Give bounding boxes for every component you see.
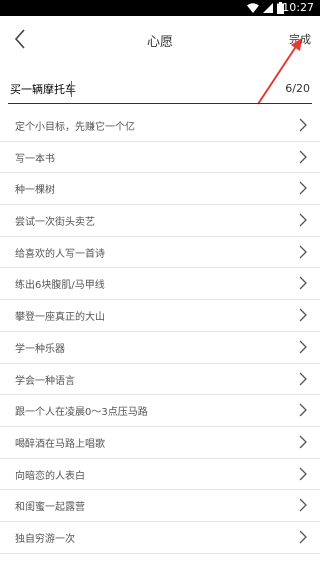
wifi-icon — [247, 3, 259, 13]
chevron-right-icon — [299, 530, 307, 544]
list-item[interactable]: 跟一个人在凌晨0～3点压马路 — [0, 395, 320, 427]
status-icons — [247, 2, 284, 14]
list-item-label: 给喜欢的人写一首诗 — [15, 248, 105, 260]
list-item[interactable]: 写一本书 — [0, 142, 320, 174]
chevron-right-icon — [299, 181, 307, 195]
list-item-label: 尝试一次街头卖艺 — [15, 217, 95, 229]
list-item[interactable]: 和闺蜜一起露营 — [0, 490, 320, 522]
chevron-right-icon — [299, 340, 307, 354]
list-item[interactable]: 种一棵树 — [0, 173, 320, 206]
list-item-label: 写一本书 — [15, 153, 55, 165]
done-button[interactable]: 完成 — [289, 31, 311, 47]
cellular-icon — [263, 3, 273, 13]
input-underline — [8, 103, 312, 104]
list-item-label: 攀登一座真正的大山 — [15, 312, 105, 324]
char-counter: 6/20 — [285, 82, 310, 95]
list-item-label: 学会一种语言 — [15, 375, 75, 387]
chevron-right-icon — [299, 276, 307, 290]
list-item[interactable]: 定个小目标，先赚它一个亿 — [0, 110, 320, 142]
page-title: 心愿 — [146, 35, 173, 50]
list-item-label: 定个小目标，先赚它一个亿 — [15, 122, 135, 133]
chevron-right-icon — [299, 150, 307, 164]
list-item[interactable]: 尝试一次街头卖艺 — [0, 205, 320, 237]
list-item[interactable]: 向暗恋的人表白 — [0, 459, 320, 491]
list-item-label: 学一种乐器 — [15, 343, 65, 355]
status-bar: 10:27 — [0, 0, 320, 16]
chevron-right-icon — [299, 213, 307, 227]
chevron-right-icon — [299, 467, 307, 481]
chevron-right-icon — [299, 403, 307, 417]
list-item-label: 独自穷游一次 — [15, 533, 75, 545]
chevron-right-icon — [299, 372, 307, 385]
list-item-label: 向暗恋的人表白 — [15, 470, 85, 482]
list-item[interactable]: 独自穷游一次 — [0, 522, 320, 554]
chevron-right-icon — [299, 435, 307, 449]
wish-input[interactable] — [8, 76, 260, 102]
list-item[interactable]: 攀登一座真正的大山 — [0, 300, 320, 332]
list-item[interactable]: 喝醉酒在马路上唱歌 — [0, 427, 320, 459]
list-item[interactable]: 给喜欢的人写一首诗 — [0, 237, 320, 269]
chevron-right-icon — [299, 245, 307, 259]
status-time: 10:27 — [282, 1, 314, 14]
chevron-right-icon — [299, 118, 307, 132]
list-item[interactable]: 学一种乐器 — [0, 332, 320, 364]
header: 心愿 完成 — [0, 16, 320, 62]
list-item-label: 种一棵树 — [15, 185, 55, 197]
list-item[interactable]: 学会一种语言 — [0, 364, 320, 396]
text-caret — [71, 81, 72, 97]
list-item-label: 和闺蜜一起露营 — [15, 502, 85, 514]
list-item-label: 喝醉酒在马路上唱歌 — [15, 438, 105, 450]
wish-input-row: 6/20 — [8, 76, 312, 104]
chevron-right-icon — [299, 308, 307, 322]
list-item-label: 练出6块腹肌/马甲线 — [15, 280, 105, 292]
suggestion-list: 定个小目标，先赚它一个亿 写一本书 种一棵树 尝试一次街头卖艺 给喜欢的人写一首… — [0, 110, 320, 554]
chevron-right-icon — [299, 498, 307, 512]
list-item[interactable]: 练出6块腹肌/马甲线 — [0, 268, 320, 301]
list-item-label: 跟一个人在凌晨0～3点压马路 — [15, 407, 148, 419]
